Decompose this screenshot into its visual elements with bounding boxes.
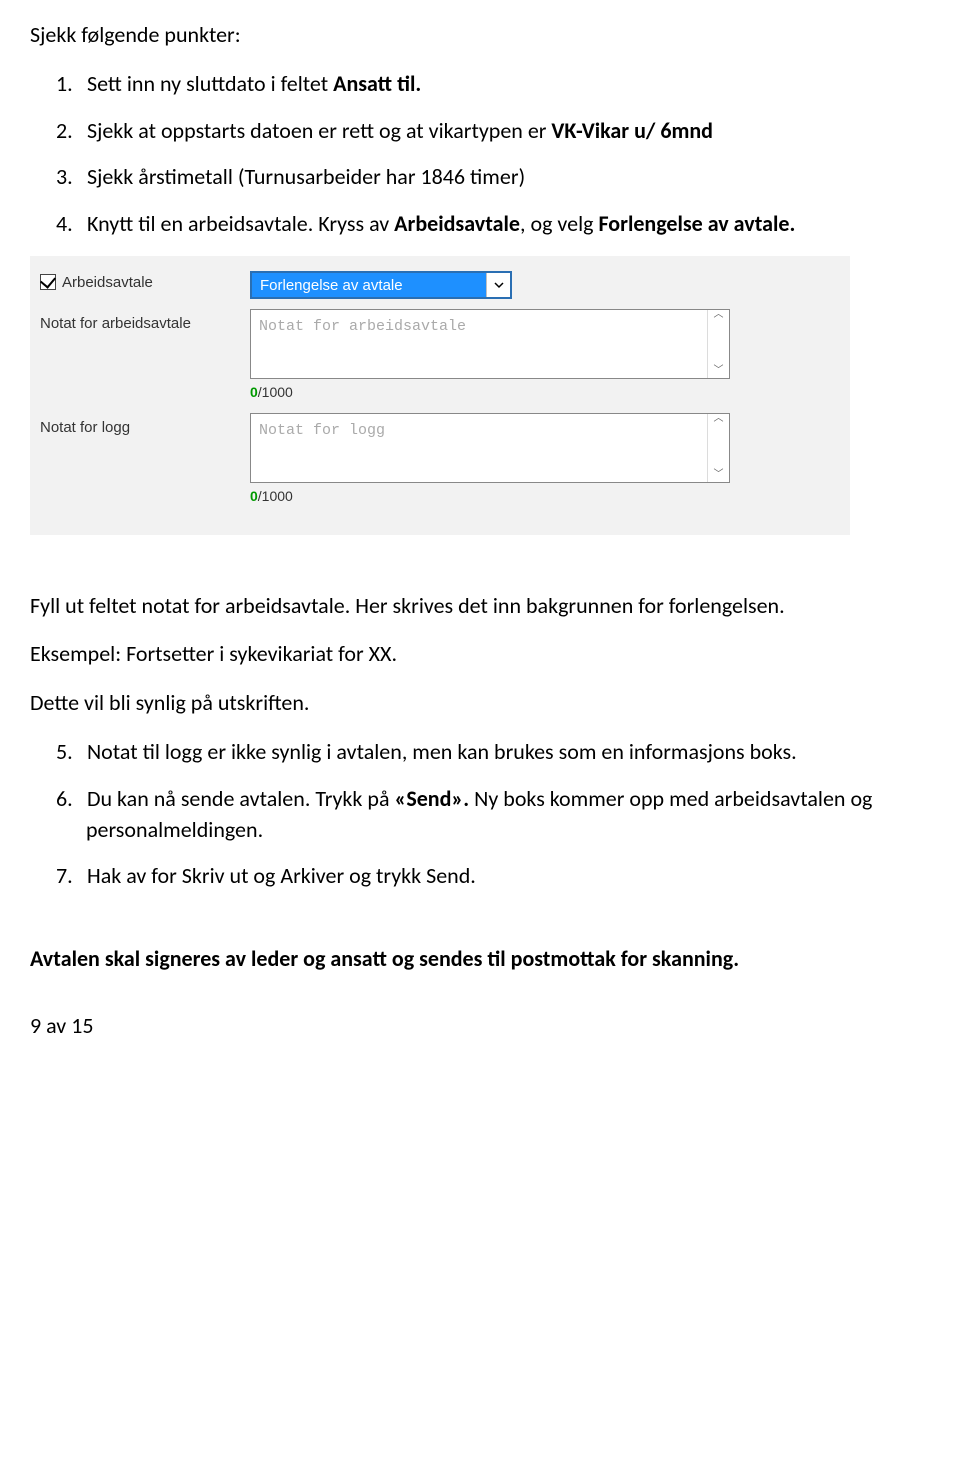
checkbox-icon	[40, 274, 56, 290]
arbeidsavtale-checkbox-wrap[interactable]: Arbeidsavtale	[40, 268, 250, 297]
step-4: 4. Knytt til en arbeidsavtale. Kryss av …	[30, 209, 920, 240]
step-2-text-a: Sjekk at oppstarts datoen er rett og at …	[87, 117, 551, 144]
arbeidsavtale-checkbox-label: Arbeidsavtale	[62, 272, 153, 293]
step-1-num: 1.	[56, 69, 82, 100]
mid-p2: Eksempel: Fortsetter i sykevikariat for …	[30, 639, 920, 670]
notat-logg-counter: 0/1000	[250, 487, 730, 507]
step-2: 2. Sjekk at oppstarts datoen er rett og …	[30, 116, 920, 147]
counter-zero: 0	[250, 488, 258, 504]
step-7-num: 7.	[56, 861, 82, 892]
step-6-text-b: «Send».	[394, 785, 469, 812]
notat-logg-textarea[interactable]: Notat for logg ︿ ﹀	[250, 413, 730, 483]
notat-arbeidsavtale-placeholder: Notat for arbeidsavtale	[251, 310, 707, 378]
step-5-text: Notat til logg er ikke synlig i avtalen,…	[87, 738, 797, 765]
notat-arbeidsavtale-textarea[interactable]: Notat for arbeidsavtale ︿ ﹀	[250, 309, 730, 379]
arbeidsavtale-select-value: Forlengelse av avtale	[252, 273, 486, 297]
step-3-text: Sjekk årstimetall (Turnusarbeider har 18…	[87, 163, 525, 190]
scrollbar-icon[interactable]: ︿ ﹀	[707, 310, 729, 378]
step-2-text-b: VK-Vikar u/ 6mnd	[551, 117, 713, 144]
notat-logg-label: Notat for logg	[40, 413, 250, 438]
step-3-num: 3.	[56, 162, 82, 193]
counter-rest: /1000	[258, 384, 293, 400]
arbeidsavtale-select[interactable]: Forlengelse av avtale	[250, 271, 512, 299]
chevron-down-icon	[486, 273, 510, 297]
step-4-text-d: Forlengelse av avtale.	[598, 210, 795, 237]
form-panel: Arbeidsavtale Forlengelse av avtale Nota…	[30, 256, 850, 535]
step-6: 6. Du kan nå sende avtalen. Trykk på «Se…	[30, 784, 920, 846]
step-5: 5. Notat til logg er ikke synlig i avtal…	[30, 737, 920, 768]
mid-p3: Dette vil bli synlig på utskriften.	[30, 688, 920, 719]
step-4-text-c: , og velg	[520, 210, 598, 237]
step-4-num: 4.	[56, 209, 82, 240]
chevron-down-icon: ﹀	[708, 470, 729, 482]
scrollbar-icon[interactable]: ︿ ﹀	[707, 414, 729, 482]
row-notat-arbeidsavtale: Notat for arbeidsavtale Notat for arbeid…	[40, 309, 832, 403]
counter-rest: /1000	[258, 488, 293, 504]
step-1-text-a: Sett inn ny sluttdato i feltet	[87, 70, 333, 97]
step-4-text-b: Arbeidsavtale	[394, 210, 520, 237]
step-1: 1. Sett inn ny sluttdato i feltet Ansatt…	[30, 69, 920, 100]
chevron-up-icon: ︿	[708, 414, 729, 426]
step-3: 3. Sjekk årstimetall (Turnusarbeider har…	[30, 162, 920, 193]
step-7-text: Hak av for Skriv ut og Arkiver og trykk …	[87, 862, 476, 889]
page-number: 9 av 15	[30, 1011, 920, 1042]
notat-logg-placeholder: Notat for logg	[251, 414, 707, 482]
notat-arbeidsavtale-counter: 0/1000	[250, 383, 730, 403]
row-arbeidsavtale: Arbeidsavtale Forlengelse av avtale	[40, 268, 832, 300]
step-5-num: 5.	[56, 737, 82, 768]
intro-text: Sjekk følgende punkter:	[30, 20, 920, 51]
counter-zero: 0	[250, 384, 258, 400]
closing-bold: Avtalen skal signeres av leder og ansatt…	[30, 944, 920, 975]
notat-arbeidsavtale-label: Notat for arbeidsavtale	[40, 309, 250, 334]
row-notat-logg: Notat for logg Notat for logg ︿ ﹀ 0/1000	[40, 413, 832, 507]
chevron-up-icon: ︿	[708, 310, 729, 322]
step-7: 7. Hak av for Skriv ut og Arkiver og try…	[30, 861, 920, 892]
mid-p1: Fyll ut feltet notat for arbeidsavtale. …	[30, 591, 920, 622]
step-6-num: 6.	[56, 784, 82, 815]
chevron-down-icon: ﹀	[708, 366, 729, 378]
step-4-text-a: Knytt til en arbeidsavtale. Kryss av	[87, 210, 394, 237]
step-6-text-a: Du kan nå sende avtalen. Trykk på	[87, 785, 395, 812]
step-1-text-b: Ansatt til.	[333, 70, 421, 97]
step-2-num: 2.	[56, 116, 82, 147]
